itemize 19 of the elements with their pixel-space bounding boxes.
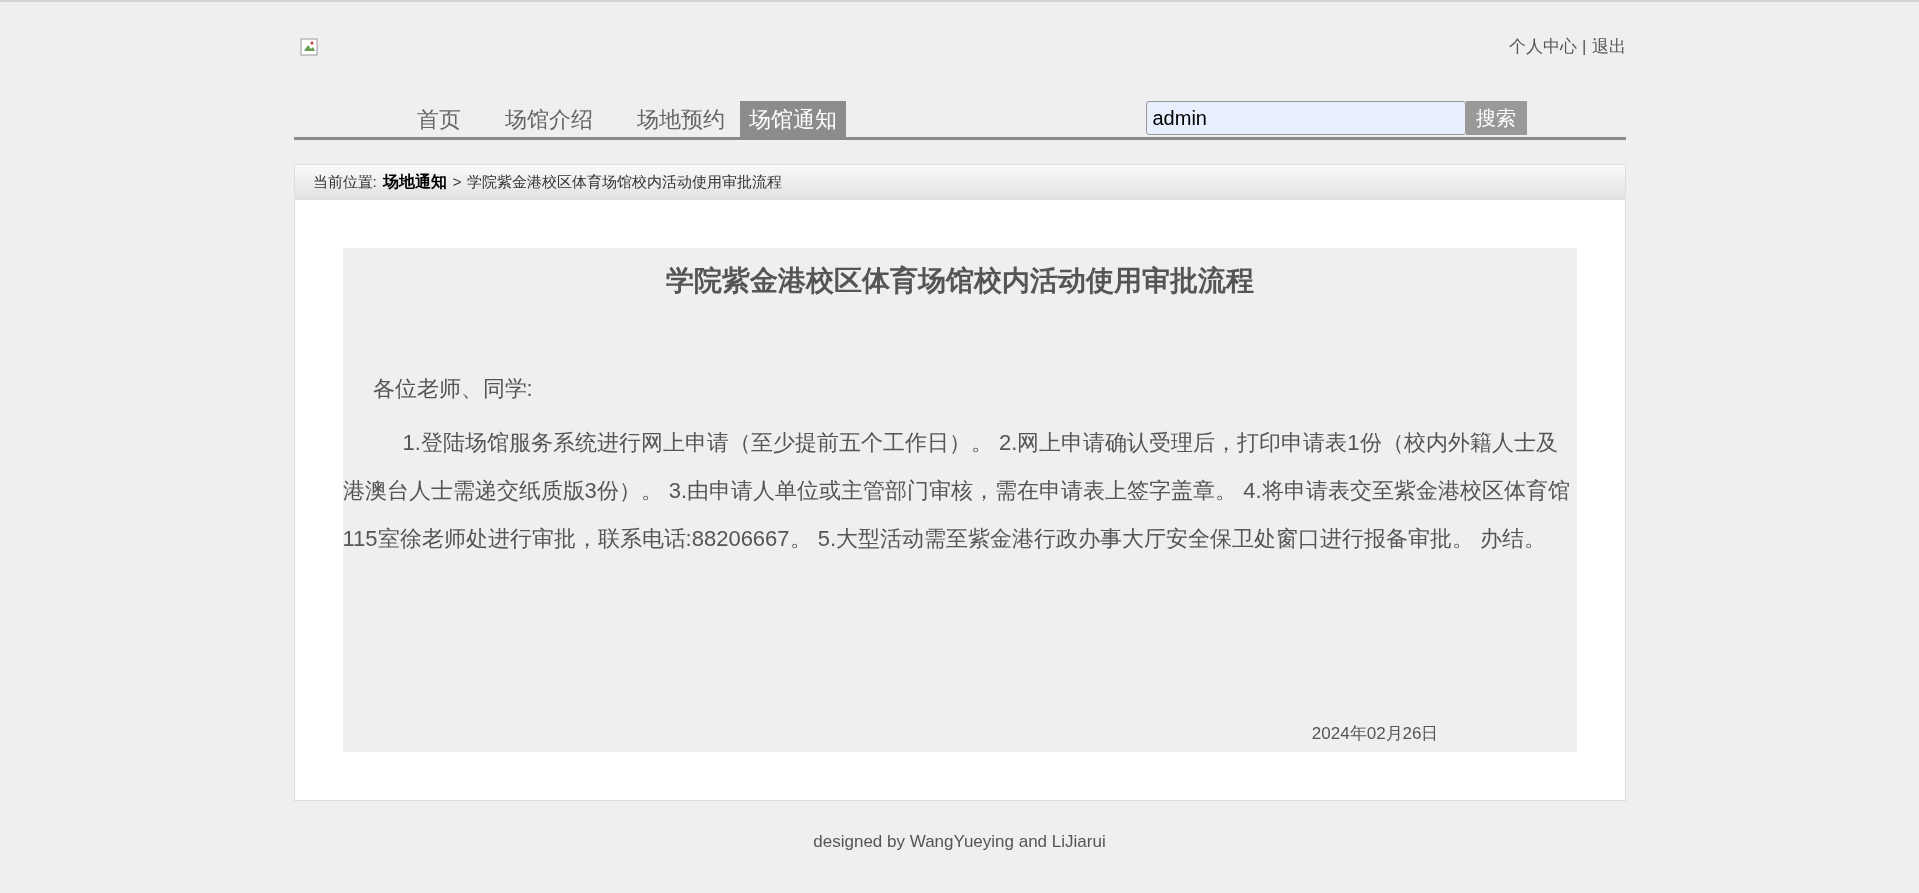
- article-body: 1.登陆场馆服务系统进行网上申请（至少提前五个工作日）。 2.网上申请确认受理后，打印申请表1份（校内外籍人士及港澳台人士需递交纸质版3份）。 3.由申请人单位或主管部门审核，需在申请表上签字盖章。 4.将申请表交至紫金港校区体育馆115室徐老师处进行审批，联系电话:88206667。 5.大型活动需至紫金港行政办事大厅安全保卫处窗口进行报备审批。 办结。: [342, 429, 1571, 553]
- separator: |: [1582, 36, 1587, 58]
- logout-link[interactable]: 退出: [1591, 34, 1626, 60]
- search-field[interactable]: admin: [1145, 101, 1466, 135]
- nav-tab[interactable]: 场馆通知: [739, 101, 846, 137]
- article-title: 学院紫金港校区体育场馆校内活动使用审批流程: [664, 264, 1255, 298]
- search-button[interactable]: 搜索: [1465, 101, 1527, 135]
- greeting-text: 各位老师、同学:: [372, 375, 534, 403]
- nav-tab[interactable]: 场地预约: [627, 101, 734, 137]
- article-date: 2024年02月26日: [1311, 722, 1439, 745]
- user-center-link[interactable]: 个人中心: [1509, 34, 1578, 60]
- nav-tab[interactable]: 场馆介绍: [495, 101, 602, 137]
- nav-tab[interactable]: 首页: [407, 101, 470, 137]
- breadcrumb-current: 学院紫金港校区体育场馆校内活动使用审批流程: [467, 171, 783, 192]
- breadcrumb-separator: >: [452, 171, 462, 192]
- breadcrumb-link[interactable]: 场地通知: [382, 170, 447, 194]
- footer-text: designed by WangYueying and LiJiarui: [812, 831, 1107, 853]
- breadcrumb-label: 当前位置:: [312, 171, 377, 192]
- broken-image-icon: [299, 36, 318, 56]
